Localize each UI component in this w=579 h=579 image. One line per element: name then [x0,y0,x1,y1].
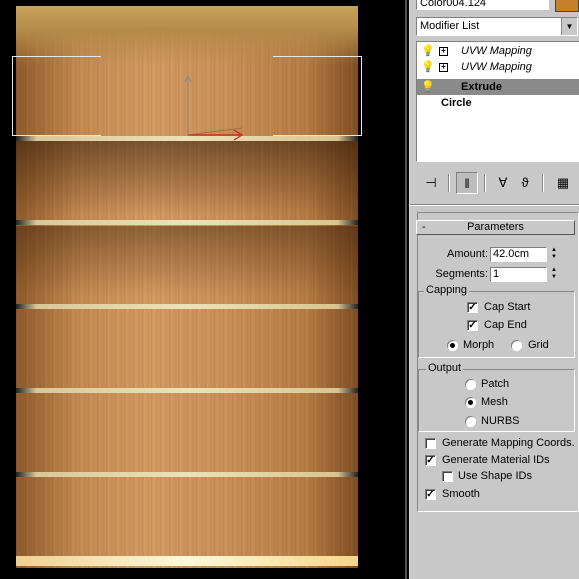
generate-mapping-checkbox[interactable]: ✓ [425,438,436,449]
segments-label: Segments: [435,268,488,280]
remove-modifier-icon[interactable]: ϑ [514,172,536,194]
rollout-title: Parameters [467,221,524,233]
segments-spinner[interactable]: ▲ ▼ [549,267,559,282]
cap-start-checkbox[interactable]: ✓ [467,302,478,313]
pin-stack-icon[interactable]: ⊣ [420,172,442,194]
object-name-field[interactable]: Color004.124 [416,0,549,10]
grid-label: Grid [528,339,549,351]
stack-item-uvw-mapping[interactable]: 💡 + UVW Mapping [417,59,579,75]
stack-item-uvw-mapping[interactable]: 💡 + UVW Mapping [417,43,579,59]
nurbs-label: NURBS [481,415,520,427]
stack-item-label: Circle [441,97,472,109]
amount-spinner[interactable]: ▲ ▼ [549,247,559,262]
modifier-list-dropdown[interactable]: Modifier List ▼ [416,17,578,36]
stack-item-label: UVW Mapping [461,61,532,73]
make-unique-icon[interactable]: ∀ [492,172,514,194]
expand-icon[interactable]: + [439,47,448,56]
use-shape-ids-checkbox[interactable]: ✓ [442,471,453,482]
object-color-swatch[interactable] [555,0,579,12]
stack-item-extrude[interactable]: 💡 Extrude [417,79,579,95]
expand-icon[interactable]: + [439,63,448,72]
generate-material-ids-label: Generate Material IDs [442,454,550,466]
output-group-title: Output [426,362,464,374]
morph-label: Morph [463,339,495,351]
chevron-down-icon[interactable]: ▼ [561,18,577,35]
command-panel: Color004.124 Modifier List ▼ 💡 + UVW Map… [409,0,579,579]
cap-end-label: Cap End [484,319,527,331]
parameters-rollout-header[interactable]: - Parameters [416,220,575,235]
capping-group-title: Capping [424,284,469,296]
cap-end-checkbox[interactable]: ✓ [467,320,478,331]
cap-start-label: Cap Start [484,301,531,313]
stack-item-label: UVW Mapping [461,45,532,57]
generate-mapping-label: Generate Mapping Coords. [442,437,575,449]
configure-sets-icon[interactable]: ▦ [552,172,574,194]
show-end-result-icon[interactable]: ‖ [456,172,478,194]
viewport-border [0,0,407,579]
nurbs-radio[interactable] [465,416,476,427]
mesh-radio[interactable] [465,397,476,408]
stack-item-label: Extrude [461,81,502,93]
patch-label: Patch [481,378,510,390]
stack-toolbar: ⊣ ‖ ∀ ϑ ▦ [418,172,578,196]
modifier-list-label: Modifier List [420,20,480,32]
use-shape-ids-label: Use Shape IDs [458,470,532,482]
patch-radio[interactable] [465,379,476,390]
divider [410,204,579,206]
perspective-viewport[interactable] [0,0,407,579]
lightbulb-icon[interactable]: 💡 [421,81,435,93]
segments-field[interactable]: 1 [490,267,547,282]
grid-radio[interactable] [511,340,522,351]
morph-radio[interactable] [447,340,458,351]
lightbulb-icon[interactable]: 💡 [421,45,435,57]
generate-material-ids-checkbox[interactable]: ✓ [425,455,436,466]
mesh-label: Mesh [481,396,508,408]
smooth-label: Smooth [442,488,480,500]
collapse-icon: - [422,221,426,233]
smooth-checkbox[interactable]: ✓ [425,489,436,500]
stack-item-circle[interactable]: Circle [417,95,579,111]
lightbulb-icon[interactable]: 💡 [421,61,435,73]
modifier-stack[interactable]: 💡 + UVW Mapping 💡 + UVW Mapping 💡 Extrud… [416,41,579,162]
amount-label: Amount: [447,248,488,260]
amount-field[interactable]: 42.0cm [490,247,547,262]
